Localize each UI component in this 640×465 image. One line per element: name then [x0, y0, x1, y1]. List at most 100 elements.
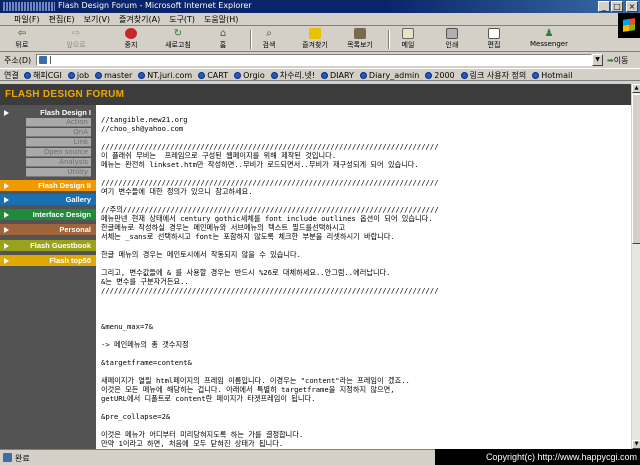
window-title: Flash Design Forum - Microsoft Internet … — [58, 1, 252, 10]
favorites-icon — [309, 28, 321, 39]
ie-link-icon — [95, 72, 103, 79]
menu-gallery[interactable]: Gallery — [0, 194, 96, 205]
printer-icon — [446, 28, 458, 39]
go-button[interactable]: ➡이동 — [607, 55, 628, 66]
favorites-button[interactable]: 즐겨찾기 — [298, 28, 332, 51]
link-item[interactable]: job — [67, 70, 89, 81]
forward-button[interactable]: ⇨ 앞으로 — [62, 28, 90, 51]
vertical-scrollbar[interactable]: ▲ ▼ — [631, 84, 640, 449]
ie-link-icon — [234, 72, 242, 79]
menu-interface-design[interactable]: Interface Design — [0, 209, 96, 220]
toolbar-separator — [250, 30, 252, 49]
page-done-icon — [3, 453, 12, 462]
menu-flash-design-1[interactable]: Flash Design I — [0, 107, 96, 118]
address-value: | — [49, 55, 52, 64]
link-item[interactable]: Orgio — [234, 70, 265, 81]
messenger-button[interactable]: ♟ Messenger — [526, 28, 572, 51]
ie-link-icon — [359, 72, 367, 79]
link-item[interactable]: 해피CGI — [24, 70, 62, 81]
search-button[interactable]: ⌕ 검색 — [258, 28, 280, 51]
close-button[interactable]: × — [626, 1, 638, 12]
history-button[interactable]: 목록보기 — [344, 28, 376, 51]
address-bar: 주소(D) | ▼ ➡이동 — [0, 53, 640, 67]
messenger-icon: ♟ — [544, 28, 554, 39]
copyright-overlay: Copyright(c) http://www.happycgi.com — [435, 449, 640, 465]
content-frame: //tangible.new21.org //choo_sh@yahoo.com… — [96, 105, 631, 449]
refresh-icon: ↻ — [173, 28, 183, 39]
menu-tools[interactable]: 도구(T) — [169, 14, 195, 25]
minimize-button[interactable]: _ — [598, 1, 610, 12]
go-label: 이동 — [613, 56, 629, 65]
menu-view[interactable]: 보기(V) — [84, 14, 110, 25]
ie-link-icon — [320, 72, 328, 79]
link-item[interactable]: Diary_admin — [359, 70, 419, 81]
submenu-analysis[interactable]: Analysis — [26, 158, 91, 167]
link-item[interactable]: Hotmail — [532, 70, 572, 81]
maximize-button[interactable]: □ — [611, 1, 623, 12]
scroll-up-button[interactable]: ▲ — [632, 84, 640, 93]
link-item[interactable]: 2000 — [425, 70, 455, 81]
content-text: //tangible.new21.org //choo_sh@yahoo.com… — [101, 115, 439, 448]
menu-flash-design-2[interactable]: Flash Design II — [0, 180, 96, 191]
browser-viewport: FLASH DESIGN FORUM Flash Design I Action… — [0, 84, 631, 449]
menu-flash-top50[interactable]: Flash top50 — [0, 255, 96, 266]
ie-link-icon — [24, 72, 31, 79]
submenu-utility[interactable]: Utility — [26, 168, 91, 177]
address-input[interactable]: | — [36, 54, 592, 66]
menu-flash-guestbook[interactable]: Flash Guestbook — [0, 240, 96, 251]
mail-icon — [402, 28, 414, 39]
ie-link-icon — [460, 72, 468, 79]
ie-link-icon — [270, 72, 278, 79]
home-icon: ⌂ — [219, 28, 227, 39]
link-item[interactable]: CART — [198, 70, 228, 81]
title-bar-pattern — [3, 2, 55, 11]
stop-button[interactable]: 중지 — [120, 28, 142, 51]
edit-button[interactable]: 편집 — [484, 28, 504, 51]
site-banner: FLASH DESIGN FORUM — [0, 84, 631, 105]
scroll-down-button[interactable]: ▼ — [632, 440, 640, 449]
menu-bar: 파일(F) 편집(E) 보기(V) 즐겨찾기(A) 도구(T) 도움말(H) — [0, 13, 640, 38]
ie-link-icon — [138, 72, 146, 79]
forward-arrow-icon: ⇨ — [71, 28, 81, 39]
link-item[interactable]: 차수리.넷! — [270, 70, 315, 81]
menu-edit[interactable]: 편집(E) — [49, 14, 75, 25]
menu-file[interactable]: 파일(F) — [14, 14, 40, 25]
link-item[interactable]: NT.juri.com — [138, 70, 192, 81]
print-button[interactable]: 인쇄 — [442, 28, 462, 51]
ie-link-icon — [425, 72, 433, 79]
edit-icon — [488, 28, 500, 39]
address-dropdown-button[interactable]: ▼ — [592, 54, 603, 66]
back-arrow-icon: ⇦ — [17, 28, 27, 39]
toolbar-separator — [388, 30, 390, 49]
site-logo[interactable]: FLASH DESIGN FORUM — [5, 89, 124, 100]
menu-favorites[interactable]: 즐겨찾기(A) — [119, 14, 160, 25]
ie-link-icon — [198, 72, 206, 79]
link-item[interactable]: 링크 사용자 정의 — [460, 70, 526, 81]
link-item[interactable]: master — [95, 70, 132, 81]
status-text: 완료 — [15, 454, 30, 463]
submenu-link[interactable]: Link — [26, 138, 91, 147]
menu-help[interactable]: 도움말(H) — [204, 14, 238, 25]
title-bar: Flash Design Forum - Microsoft Internet … — [0, 0, 640, 13]
menu-personal[interactable]: Personal — [0, 224, 96, 235]
links-label: 연결 — [4, 71, 19, 80]
go-arrow-icon: ➡ — [607, 56, 614, 65]
home-button[interactable]: ⌂ 홈 — [214, 28, 232, 51]
ie-link-icon — [67, 72, 75, 79]
toolbar: ⇦ 뒤로 ⇨ 앞으로 중지 ↻ 새로고침 ⌂ 홈 ⌕ 검색 즐겨찾기 목록보기 … — [0, 27, 640, 52]
address-label: 주소(D) — [4, 56, 32, 65]
refresh-button[interactable]: ↻ 새로고침 — [160, 28, 196, 51]
submenu-qna[interactable]: QnA — [26, 128, 91, 137]
link-item[interactable]: DIARY — [320, 70, 354, 81]
history-icon — [354, 28, 366, 39]
mail-button[interactable]: 메일 — [396, 28, 420, 51]
links-bar: 연결 해피CGI job master NT.juri.com CART Org… — [0, 68, 640, 81]
stop-icon — [125, 28, 137, 39]
submenu-action[interactable]: Action — [26, 118, 91, 127]
flash-menu: Flash Design I Action QnA Link Open sour… — [0, 105, 96, 449]
search-icon: ⌕ — [266, 28, 272, 39]
scroll-thumb[interactable] — [632, 94, 640, 244]
ie-link-icon — [532, 72, 540, 79]
submenu-open-source[interactable]: Open source — [26, 148, 91, 157]
back-button[interactable]: ⇦ 뒤로 — [10, 28, 34, 51]
